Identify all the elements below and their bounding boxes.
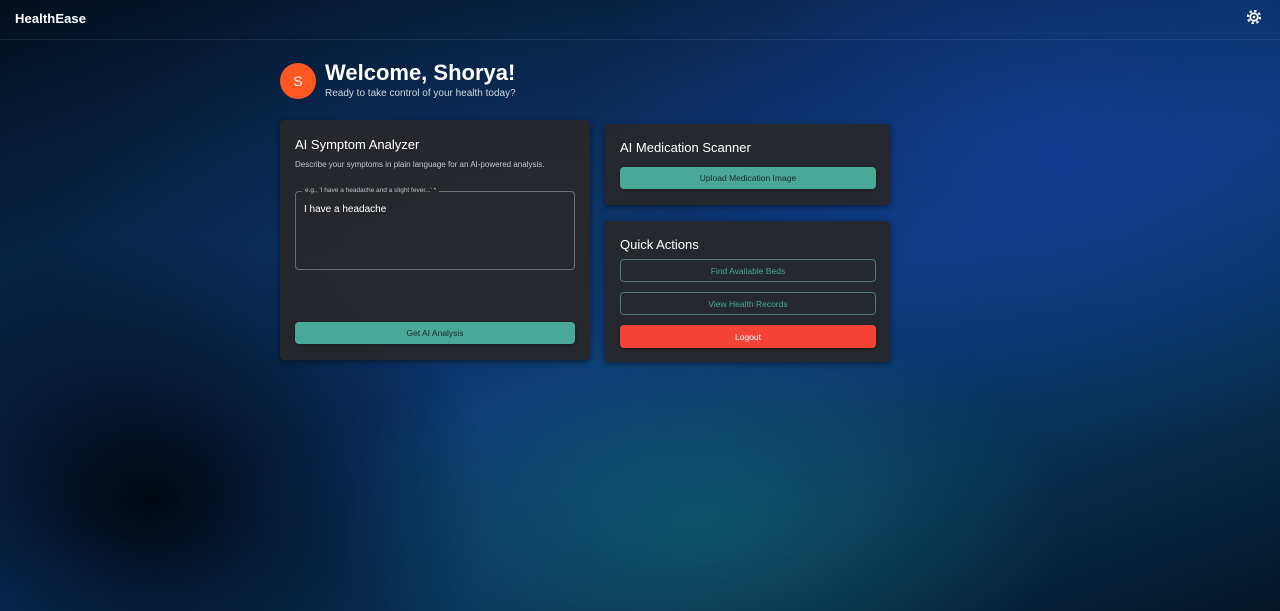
get-ai-analysis-button[interactable]: Get AI Analysis bbox=[295, 322, 575, 344]
symptom-analyzer-card: AI Symptom Analyzer Describe your sympto… bbox=[280, 120, 590, 360]
symptom-analyzer-title: AI Symptom Analyzer bbox=[295, 137, 420, 152]
find-available-beds-button[interactable]: Find Available Beds bbox=[620, 259, 876, 282]
symptom-field: e.g., 'I have a headache and a slight fe… bbox=[295, 187, 575, 270]
view-health-records-button[interactable]: View Health Records bbox=[620, 292, 876, 315]
symptom-field-label: e.g., 'I have a headache and a slight fe… bbox=[302, 187, 440, 194]
logout-button[interactable]: Logout bbox=[620, 325, 876, 348]
welcome-subtitle: Ready to take control of your health tod… bbox=[325, 88, 516, 99]
medication-scanner-title: AI Medication Scanner bbox=[620, 140, 751, 155]
quick-actions-title: Quick Actions bbox=[620, 237, 699, 252]
app-brand[interactable]: HealthEase bbox=[15, 11, 86, 26]
page-title: Welcome, Shorya! bbox=[325, 60, 516, 85]
medication-scanner-card: AI Medication Scanner Upload Medication … bbox=[605, 124, 890, 205]
upload-medication-image-button[interactable]: Upload Medication Image bbox=[620, 167, 876, 189]
symptom-input[interactable]: I have a headache bbox=[304, 204, 564, 264]
settings-button[interactable] bbox=[1244, 9, 1264, 29]
quick-actions-card: Quick Actions Find Available Beds View H… bbox=[605, 221, 890, 362]
gear-icon bbox=[1246, 9, 1262, 29]
avatar[interactable]: S bbox=[280, 63, 316, 99]
top-app-bar: HealthEase bbox=[0, 0, 1280, 40]
symptom-analyzer-description: Describe your symptoms in plain language… bbox=[295, 160, 545, 169]
